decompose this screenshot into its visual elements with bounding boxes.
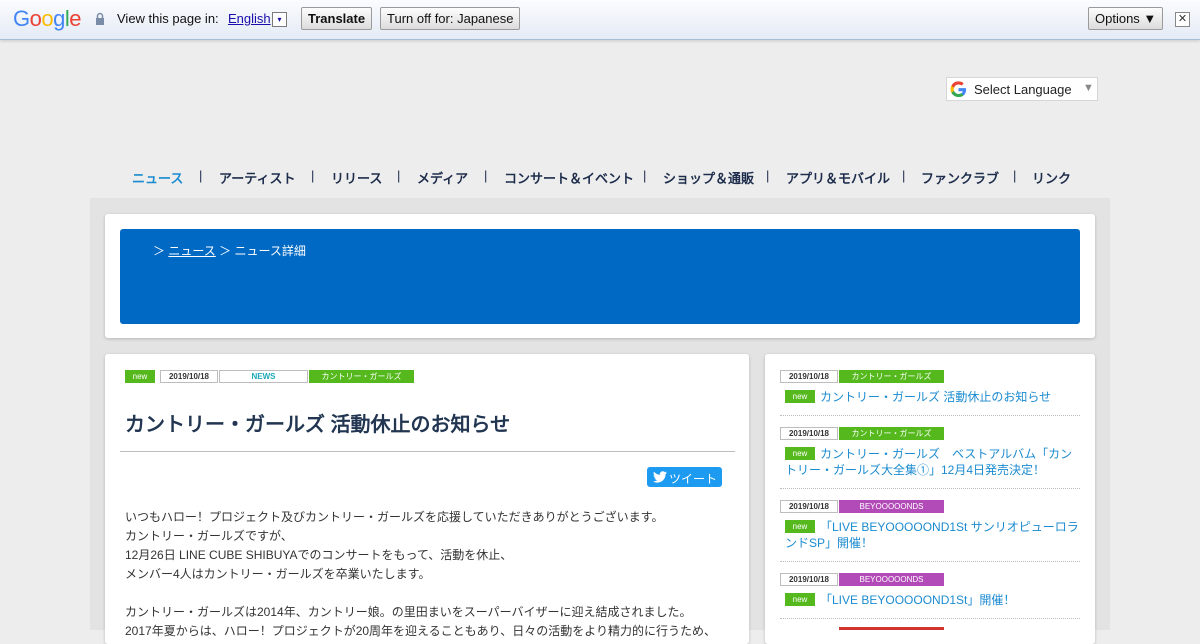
- divider: [120, 451, 735, 452]
- breadcrumb-sep: ＞: [219, 244, 232, 258]
- body-line: 12月26日 LINE CUBE SHIBUYAでのコンサートをもって、活動を休…: [125, 548, 513, 562]
- category-badge[interactable]: NEWS: [219, 370, 308, 383]
- sidebar-item-title[interactable]: カントリー・ガールズ ベストアルバム「カン: [820, 446, 1072, 462]
- nav-separator: |: [766, 168, 770, 183]
- divider: [780, 618, 1080, 620]
- new-badge: new: [785, 593, 815, 606]
- sidebar-item-date: 2019/10/18: [780, 500, 838, 513]
- article-date: 2019/10/18: [160, 370, 218, 383]
- select-language-dropdown[interactable]: Select Language ▼: [946, 77, 1098, 101]
- language-dropdown-icon[interactable]: ▾: [272, 12, 287, 27]
- nav-separator: |: [199, 168, 203, 183]
- article-card: [105, 354, 749, 644]
- sidebar-item-title[interactable]: ンドSP」開催！: [785, 535, 873, 551]
- nav-item-fanclub[interactable]: ファンクラブ: [921, 168, 999, 187]
- nav-item-shop[interactable]: ショップ＆通販: [663, 168, 754, 187]
- turn-off-button[interactable]: Turn off for: Japanese: [380, 7, 521, 30]
- sidebar-item-date: 2019/10/18: [780, 370, 838, 383]
- nav-item-news[interactable]: ニュース: [132, 168, 183, 187]
- body-line: カントリー・ガールズですが、: [125, 529, 293, 543]
- nav-separator: |: [397, 168, 401, 183]
- body-line: いつもハロー！プロジェクト及びカントリー・ガールズを応援していただきありがとうご…: [125, 510, 664, 524]
- nav-separator: |: [643, 168, 647, 183]
- google-logo: Google: [13, 6, 82, 31]
- chevron-down-icon: ▼: [1083, 82, 1094, 94]
- divider: [780, 415, 1080, 417]
- sidebar-item-title[interactable]: 「LIVE BEYOOOOOND1St サンリオピューロラ: [820, 519, 1079, 535]
- sidebar-item-group[interactable]: BEYOOOOONDS: [839, 573, 944, 586]
- global-nav: ニュース | アーティスト | リリース | メディア | コンサート＆イベント…: [0, 168, 1200, 188]
- body-line: 2017年夏からは、ハロー！プロジェクトが20周年を迎えることもあり、日々の活動…: [125, 624, 716, 638]
- options-button[interactable]: Options ▼: [1088, 7, 1164, 30]
- lock-icon: [96, 12, 104, 25]
- breadcrumb-news-link[interactable]: ニュース: [168, 244, 215, 258]
- google-g-icon: [950, 81, 967, 98]
- new-badge: new: [785, 390, 815, 403]
- nav-item-app-mobile[interactable]: アプリ＆モバイル: [786, 168, 890, 187]
- sidebar-item-title[interactable]: 「LIVE BEYOOOOOND1St」開催！: [820, 592, 1015, 608]
- body-line: カントリー・ガールズは2014年、カントリー娘。の里田まいをスーパーバイザーに迎…: [125, 605, 692, 619]
- twitter-bird-icon: [653, 471, 667, 483]
- tweet-button[interactable]: ツイート: [647, 467, 722, 487]
- sidebar-item-date: 2019/10/18: [780, 573, 838, 586]
- nav-separator: |: [484, 168, 488, 183]
- language-link[interactable]: English: [228, 11, 271, 26]
- new-badge: new: [125, 370, 155, 383]
- sidebar-item-group[interactable]: カントリー・ガールズ: [839, 370, 944, 383]
- new-badge: new: [785, 520, 815, 533]
- body-line: メンバー4人はカントリー・ガールズを卒業いたします。: [125, 567, 431, 581]
- article-title: カントリー・ガールズ 活動休止のお知らせ: [125, 414, 511, 436]
- sidebar-item-group[interactable]: カントリー・ガールズ: [839, 427, 944, 440]
- tweet-label: ツイート: [669, 472, 718, 486]
- new-badge: new: [785, 447, 815, 460]
- divider: [780, 488, 1080, 490]
- nav-item-release[interactable]: リリース: [331, 168, 382, 187]
- breadcrumb: ＞ ニュース ＞ ニュース詳細: [153, 242, 306, 259]
- sidebar-item-date: 2019/10/18: [780, 427, 838, 440]
- nav-separator: |: [311, 168, 315, 183]
- translate-button[interactable]: Translate: [301, 7, 373, 30]
- sidebar-item-title[interactable]: カントリー・ガールズ 活動休止のお知らせ: [820, 389, 1051, 405]
- divider: [780, 561, 1080, 563]
- nav-item-concert-event[interactable]: コンサート＆イベント: [504, 168, 634, 187]
- sidebar-item-group[interactable]: BEYOOOOONDS: [839, 500, 944, 513]
- breadcrumb-sep: ＞: [153, 244, 166, 258]
- close-icon[interactable]: ✕: [1175, 12, 1190, 27]
- nav-item-media[interactable]: メディア: [417, 168, 468, 187]
- nav-separator: |: [902, 168, 906, 183]
- view-page-in-label: View this page in:: [117, 11, 219, 26]
- group-badge[interactable]: カントリー・ガールズ: [309, 370, 414, 383]
- sidebar-item-title[interactable]: トリー・ガールズ大全集①」12月4日発売決定！: [785, 462, 1045, 478]
- select-language-label: Select Language: [974, 82, 1072, 97]
- nav-separator: |: [1013, 168, 1017, 183]
- translate-bar: Google View this page in: English ▾ Tran…: [0, 0, 1200, 40]
- breadcrumb-current: ニュース詳細: [234, 244, 306, 258]
- nav-item-link[interactable]: リンク: [1032, 168, 1071, 187]
- page-banner: ＞ ニュース ＞ ニュース詳細: [120, 229, 1080, 324]
- nav-item-artist[interactable]: アーティスト: [219, 168, 295, 187]
